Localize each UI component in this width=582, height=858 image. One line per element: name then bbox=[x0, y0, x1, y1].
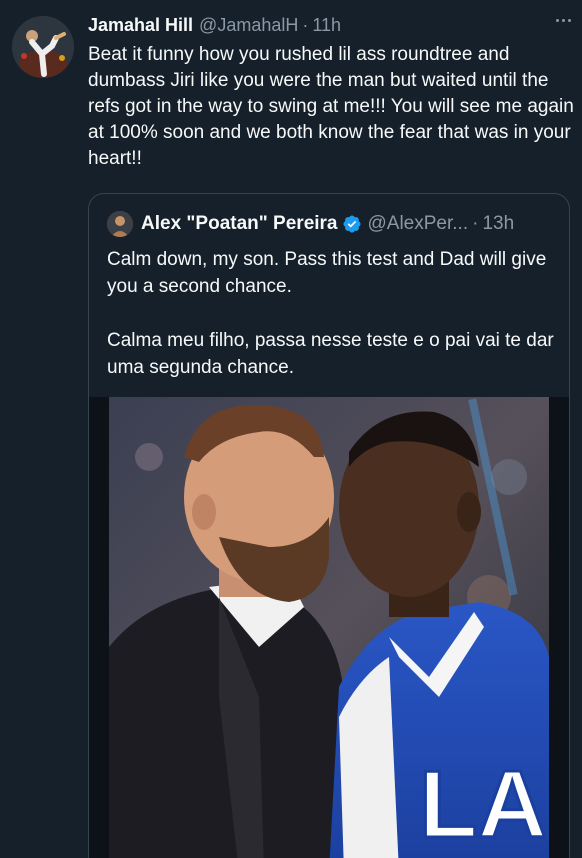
quoted-tweet-header: Alex "Poatan" Pereira @AlexPer... · 13h bbox=[107, 210, 557, 238]
author-name[interactable]: Jamahal Hill bbox=[88, 15, 193, 36]
more-options-icon[interactable] bbox=[548, 8, 578, 32]
quoted-author-avatar bbox=[107, 211, 133, 237]
face-off-photo-icon: LA bbox=[89, 397, 569, 858]
tweet[interactable]: Jamahal Hill @JamahalH · 11h Beat it fun… bbox=[0, 0, 582, 858]
user-avatar-photo-icon bbox=[12, 16, 74, 78]
quoted-avatar-icon bbox=[107, 211, 133, 237]
quoted-author-name: Alex "Poatan" Pereira bbox=[141, 213, 338, 234]
author-avatar[interactable] bbox=[12, 16, 74, 78]
verified-badge-icon bbox=[342, 215, 361, 233]
author-handle[interactable]: @JamahalH bbox=[199, 15, 298, 36]
quoted-tweet-time: 13h bbox=[482, 213, 515, 234]
tweet-header: Jamahal Hill @JamahalH · 11h bbox=[88, 12, 570, 38]
quoted-tweet-image[interactable]: LA bbox=[89, 397, 569, 858]
quoted-author-handle: @AlexPer... bbox=[367, 213, 469, 234]
tweet-text: Beat it funny how you rushed lil ass rou… bbox=[88, 44, 574, 169]
quoted-paragraph-en: Calm down, my son. Pass this test and Da… bbox=[107, 249, 547, 297]
jacket-logo: LA bbox=[419, 751, 547, 858]
quoted-tweet[interactable]: Alex "Poatan" Pereira @AlexPer... · 13h … bbox=[88, 193, 570, 858]
separator-dot: · bbox=[302, 14, 309, 35]
quoted-tweet-text: Calm down, my son. Pass this test and Da… bbox=[107, 246, 562, 408]
tweet-time[interactable]: 11h bbox=[312, 15, 341, 36]
quoted-paragraph-pt: Calma meu filho, passa nesse teste e o p… bbox=[107, 330, 554, 378]
quoted-separator-dot: · bbox=[472, 213, 479, 234]
